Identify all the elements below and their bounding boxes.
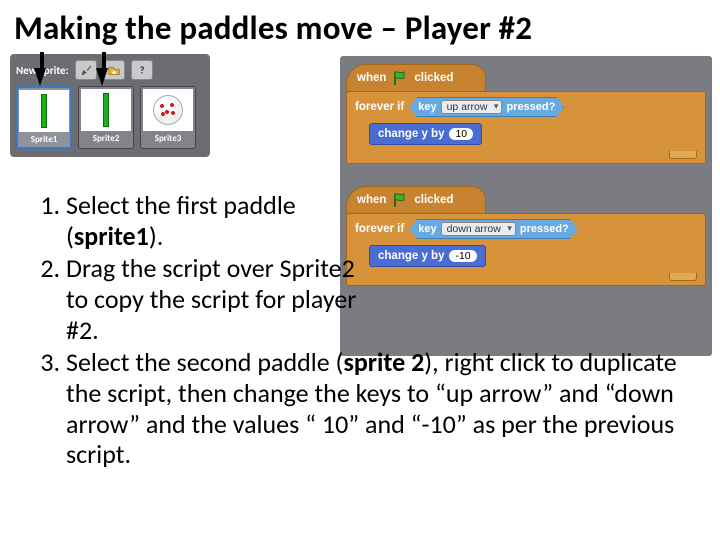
forever-if-block[interactable]: forever if key up arrow pressed? change … bbox=[346, 91, 706, 164]
paintbrush-icon bbox=[79, 63, 93, 77]
key-post: pressed? bbox=[506, 101, 555, 113]
page-title: Making the paddles move – Player #2 bbox=[0, 0, 720, 54]
change-y-by-block[interactable]: change y by 10 bbox=[369, 123, 482, 145]
surprise-sprite-button[interactable]: ? bbox=[131, 60, 153, 80]
motion-value-input[interactable]: 10 bbox=[449, 128, 473, 140]
step-1b: sprite1 bbox=[74, 220, 149, 252]
sprite1-preview bbox=[19, 90, 69, 132]
script-stack-up: when clicked forever if key up arrow pre… bbox=[346, 64, 706, 164]
sprite3-label: Sprite3 bbox=[155, 133, 182, 144]
key-dropdown[interactable]: up arrow bbox=[441, 100, 503, 114]
step-3b: sprite 2 bbox=[343, 346, 424, 378]
step-1c: ). bbox=[149, 220, 163, 252]
sprite-thumb-sprite2[interactable]: Sprite2 bbox=[78, 86, 134, 149]
step-2: Drag the script over Sprite2 to copy the… bbox=[66, 253, 366, 345]
instruction-steps: Select the first paddle (sprite1). Drag … bbox=[24, 190, 700, 472]
arrow-annotation-head bbox=[34, 68, 46, 86]
folder-star-icon bbox=[107, 63, 121, 77]
sprite2-label: Sprite2 bbox=[93, 133, 120, 144]
step-3: Select the second paddle (sprite 2), rig… bbox=[66, 347, 700, 470]
sprite-list: Sprite1 Sprite2 Sprite3 bbox=[14, 84, 206, 151]
step-3a: Select the second paddle ( bbox=[66, 346, 343, 378]
key-pressed-block[interactable]: key up arrow pressed? bbox=[409, 97, 564, 117]
green-flag-icon bbox=[392, 70, 408, 86]
hat-suffix: clicked bbox=[414, 72, 453, 84]
sprite-panel: New sprite: ? Sprite1 Sprite2 Sprite3 bbox=[10, 54, 210, 157]
step-1: Select the first paddle (sprite1). bbox=[66, 190, 366, 251]
key-pre: key bbox=[418, 101, 436, 113]
when-flag-clicked-block[interactable]: when clicked bbox=[346, 64, 486, 92]
sprite3-preview bbox=[143, 89, 193, 131]
sprite2-preview bbox=[81, 89, 131, 131]
arrow-annotation-2-head bbox=[96, 68, 108, 86]
question-icon: ? bbox=[135, 63, 149, 77]
sprite-thumb-sprite3[interactable]: Sprite3 bbox=[140, 86, 196, 149]
motion-label: change y by bbox=[378, 128, 444, 140]
hat-prefix: when bbox=[357, 72, 386, 84]
c-block-tail bbox=[669, 151, 697, 159]
sprite1-label: Sprite1 bbox=[31, 134, 58, 145]
svg-text:?: ? bbox=[139, 64, 144, 77]
sprite-thumb-sprite1[interactable]: Sprite1 bbox=[16, 86, 72, 149]
paint-sprite-button[interactable] bbox=[75, 60, 97, 80]
forever-if-label: forever if bbox=[355, 101, 404, 113]
